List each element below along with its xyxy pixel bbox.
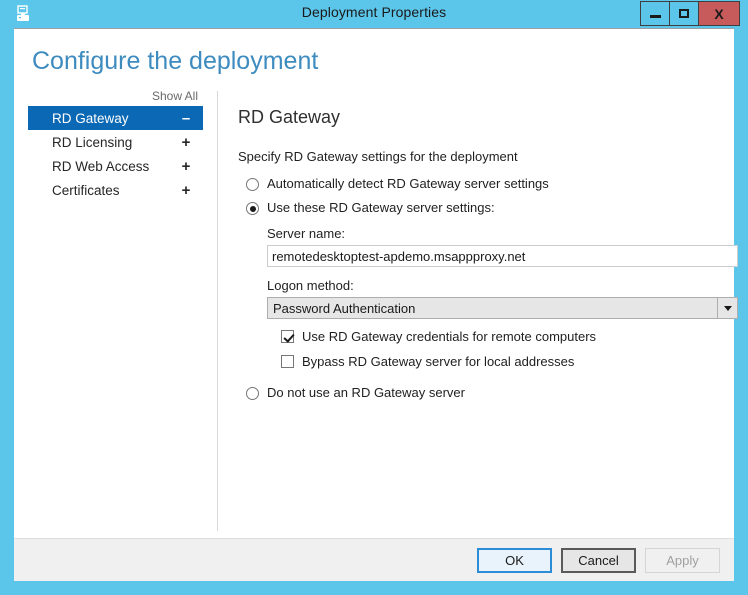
sidebar-divider bbox=[217, 91, 218, 531]
sidebar-item-label: RD Licensing bbox=[52, 135, 179, 150]
panel-description: Specify RD Gateway settings for the depl… bbox=[238, 149, 718, 164]
server-name-label: Server name: bbox=[267, 226, 718, 241]
radio-auto-detect-label: Automatically detect RD Gateway server s… bbox=[267, 176, 549, 191]
close-icon: X bbox=[714, 7, 723, 21]
window-controls: X bbox=[641, 1, 740, 26]
cancel-button[interactable]: Cancel bbox=[561, 548, 636, 573]
page-title: Configure the deployment bbox=[32, 47, 318, 76]
collapse-icon: – bbox=[179, 110, 193, 127]
sidebar-item-label: RD Gateway bbox=[52, 111, 179, 126]
maximize-icon bbox=[679, 9, 689, 18]
apply-button: Apply bbox=[645, 548, 720, 573]
expand-icon: + bbox=[179, 134, 193, 151]
logon-method-label: Logon method: bbox=[267, 278, 718, 293]
title-bar: Deployment Properties X bbox=[0, 0, 748, 28]
rd-gateway-settings-panel: RD Gateway Specify RD Gateway settings f… bbox=[238, 107, 718, 409]
sidebar-item-label: Certificates bbox=[52, 183, 179, 198]
ok-button[interactable]: OK bbox=[477, 548, 552, 573]
panel-title: RD Gateway bbox=[238, 107, 718, 128]
server-name-input[interactable] bbox=[267, 245, 738, 267]
minimize-button[interactable] bbox=[640, 1, 670, 26]
logon-method-dropdown[interactable]: Password Authentication bbox=[267, 297, 738, 319]
logon-method-value: Password Authentication bbox=[268, 298, 717, 318]
checkbox-unchecked-icon bbox=[281, 355, 294, 368]
footer-button-group: OK Cancel Apply bbox=[477, 548, 720, 573]
radio-use-these-settings-label: Use these RD Gateway server settings: bbox=[267, 200, 495, 215]
sidebar-item-label: RD Web Access bbox=[52, 159, 179, 174]
checkbox-bypass-local[interactable]: Bypass RD Gateway server for local addre… bbox=[281, 354, 718, 369]
show-all-link[interactable]: Show All bbox=[28, 89, 203, 106]
minimize-icon bbox=[650, 15, 661, 18]
expand-icon: + bbox=[179, 182, 193, 199]
radio-do-not-use-label: Do not use an RD Gateway server bbox=[267, 385, 465, 400]
chevron-down-icon[interactable] bbox=[717, 298, 737, 318]
checkbox-checked-icon bbox=[281, 330, 294, 343]
sidebar-item-rd-gateway[interactable]: RD Gateway – bbox=[28, 106, 203, 130]
radio-button-selected-icon bbox=[246, 202, 259, 215]
dialog-footer: OK Cancel Apply bbox=[14, 538, 734, 581]
close-button[interactable]: X bbox=[698, 1, 740, 26]
radio-use-these-settings[interactable]: Use these RD Gateway server settings: bbox=[238, 200, 718, 215]
dialog-content: Configure the deployment Show All RD Gat… bbox=[14, 28, 734, 538]
checkbox-use-credentials[interactable]: Use RD Gateway credentials for remote co… bbox=[281, 329, 718, 344]
deployment-properties-window: Deployment Properties X Configure the de… bbox=[0, 0, 748, 595]
checkbox-use-credentials-label: Use RD Gateway credentials for remote co… bbox=[302, 329, 596, 344]
window-title: Deployment Properties bbox=[0, 4, 748, 20]
sidebar-item-rd-web-access[interactable]: RD Web Access + bbox=[28, 154, 203, 178]
maximize-button[interactable] bbox=[669, 1, 699, 26]
gateway-settings-group: Server name: Logon method: Password Auth… bbox=[267, 226, 718, 369]
radio-button-icon bbox=[246, 178, 259, 191]
checkbox-bypass-local-label: Bypass RD Gateway server for local addre… bbox=[302, 354, 574, 369]
radio-auto-detect[interactable]: Automatically detect RD Gateway server s… bbox=[238, 176, 718, 191]
sidebar-nav: Show All RD Gateway – RD Licensing + RD … bbox=[28, 89, 203, 202]
expand-icon: + bbox=[179, 158, 193, 175]
radio-button-icon bbox=[246, 387, 259, 400]
sidebar-item-certificates[interactable]: Certificates + bbox=[28, 178, 203, 202]
sidebar-item-rd-licensing[interactable]: RD Licensing + bbox=[28, 130, 203, 154]
radio-do-not-use[interactable]: Do not use an RD Gateway server bbox=[238, 385, 718, 400]
